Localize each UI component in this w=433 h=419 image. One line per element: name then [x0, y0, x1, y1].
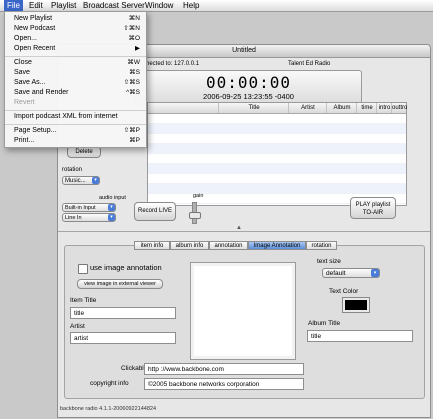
audio-line-value: Line In [65, 215, 82, 221]
shortcut-label: ⌘O [128, 35, 140, 42]
shortcut-label: ⌘S [129, 69, 140, 76]
menu-file[interactable]: File [4, 0, 23, 11]
view-image-button[interactable]: view image in external viewer [77, 279, 163, 289]
audio-source-value: Built-in Input [65, 205, 96, 211]
shortcut-label: ⇧⌘P [123, 127, 140, 134]
menu-item-new-podcast[interactable]: New Podcast ⇧⌘N [5, 24, 146, 34]
rotation-select-value: Music... [65, 178, 86, 184]
tab-annotation[interactable]: annotation [209, 241, 248, 250]
menu-item-open-recent[interactable]: Open Recent ▶ [5, 44, 146, 54]
shortcut-label: ⇧⌘N [123, 25, 140, 32]
tab-rotation[interactable]: rotation [306, 241, 337, 250]
item-title-field[interactable]: title [70, 307, 176, 319]
play-button-line2: TO-AIR [362, 210, 384, 216]
shortcut-label: ^⌘S [126, 89, 140, 96]
menu-item-revert: Revert [14, 99, 35, 106]
audio-input-label: audio input [99, 195, 126, 201]
clickable-url-field[interactable]: http ://www.backbone.com [144, 363, 304, 375]
menu-edit[interactable]: Edit [29, 0, 43, 11]
column-artist[interactable]: Artist [288, 103, 327, 113]
column-album[interactable]: Album [326, 103, 357, 113]
version-status: backbone radio 4.1.1-20060922144824 [60, 406, 157, 412]
text-size-value: default [326, 270, 346, 277]
column-title[interactable]: Title [218, 103, 289, 113]
menu-item-import-podcast-xml[interactable]: Import podcast XML from internet [5, 112, 146, 122]
menu-item-page-setup[interactable]: Page Setup... ⇧⌘P [5, 126, 146, 136]
audio-line-select[interactable]: Line In ▾ [62, 213, 116, 222]
menu-item-save[interactable]: Save ⌘S [5, 68, 146, 78]
chevron-down-icon: ▾ [108, 204, 115, 211]
use-image-checkbox[interactable] [78, 264, 88, 274]
menu-item-open[interactable]: Open... ⌘O [5, 34, 146, 44]
chevron-down-icon: ▾ [371, 269, 379, 277]
text-color-swatch[interactable] [342, 297, 370, 313]
table-row[interactable] [148, 164, 406, 174]
artist-label: Artist [70, 323, 85, 330]
shortcut-label: ⇧⌘S [123, 79, 140, 86]
play-to-air-button[interactable]: PLAY playlist TO-AIR [350, 197, 396, 219]
divider [58, 231, 430, 232]
album-title-field[interactable]: title [307, 330, 413, 342]
chevron-down-icon: ▾ [92, 177, 99, 184]
gain-slider-knob[interactable] [189, 212, 201, 219]
column-time[interactable]: time [356, 103, 377, 113]
table-row[interactable] [148, 114, 406, 124]
copyright-label: copyright info [90, 380, 129, 387]
menu-separator [5, 110, 146, 111]
shortcut-label: ⌘W [127, 59, 140, 66]
chevron-down-icon: ▾ [108, 214, 115, 221]
tab-image-annotation[interactable]: Image Annotation [248, 241, 306, 250]
clock-display: 00:00:00 2006-09-25 13:23:55 -0400 [135, 70, 362, 105]
shortcut-label: ⌘N [128, 15, 140, 22]
album-title-label: Album Title [308, 320, 341, 327]
text-color-label: Text Color [329, 288, 359, 295]
audio-source-select[interactable]: Built-in Input ▾ [62, 203, 116, 212]
record-live-button[interactable]: Record LIVE [134, 202, 176, 221]
file-menu-dropdown: New Playlist ⌘N New Podcast ⇧⌘N Open... … [4, 11, 147, 148]
table-row[interactable] [148, 124, 406, 134]
tab-item-info[interactable]: item info [134, 241, 170, 250]
menu-help[interactable]: Help [183, 0, 199, 11]
menu-item-close[interactable]: Close ⌘W [5, 58, 146, 68]
column-outtro[interactable]: outtro [391, 103, 407, 113]
column-intro[interactable]: intro [376, 103, 392, 113]
menu-separator [5, 56, 146, 57]
clock-date: 2006-09-25 13:23:55 -0400 [203, 92, 294, 101]
table-row[interactable] [148, 154, 406, 164]
table-row[interactable] [148, 134, 406, 144]
rotation-label: rotation [62, 167, 83, 173]
menu-item-new-playlist[interactable]: New Playlist ⌘N [5, 14, 146, 24]
menu-window[interactable]: Window [145, 0, 173, 11]
menu-item-save-as[interactable]: Save As... ⇧⌘S [5, 78, 146, 88]
menu-item-print[interactable]: Print... ⌘P [5, 136, 146, 146]
submenu-arrow-icon: ▶ [135, 45, 140, 52]
text-size-label: text size [317, 258, 341, 265]
rotation-select[interactable]: Music... ▾ [62, 176, 100, 185]
menu-item-save-and-render[interactable]: Save and Render ^⌘S [5, 88, 146, 98]
item-title-label: Item Title [70, 297, 97, 304]
menu-separator [5, 124, 146, 125]
connection-status: nected to: 127.0.0.1 [146, 61, 200, 67]
menu-broadcast-server[interactable]: Broadcast Server [83, 0, 145, 11]
clock-time: 00:00:00 [205, 73, 292, 92]
copyright-field[interactable]: ©2005 backbone networks corporation [144, 378, 304, 390]
use-image-label: use image annotation [90, 263, 162, 272]
playlist-table[interactable]: Title Artist Album time intro outtro [147, 102, 407, 206]
table-row[interactable] [148, 184, 406, 194]
table-row[interactable] [148, 174, 406, 184]
menu-playlist[interactable]: Playlist [51, 0, 76, 11]
table-header: Title Artist Album time intro outtro [148, 103, 407, 114]
play-button-line1: PLAY playlist [355, 202, 391, 208]
tab-album-info[interactable]: album info [170, 241, 209, 250]
artist-field[interactable]: artist [70, 332, 176, 344]
station-name: Talent Ed Radio [288, 61, 331, 67]
table-row[interactable] [148, 144, 406, 154]
shortcut-label: ⌘P [129, 137, 140, 144]
text-size-select[interactable]: default ▾ [322, 268, 380, 278]
image-well[interactable] [190, 262, 296, 360]
gain-label: gain [193, 193, 204, 199]
